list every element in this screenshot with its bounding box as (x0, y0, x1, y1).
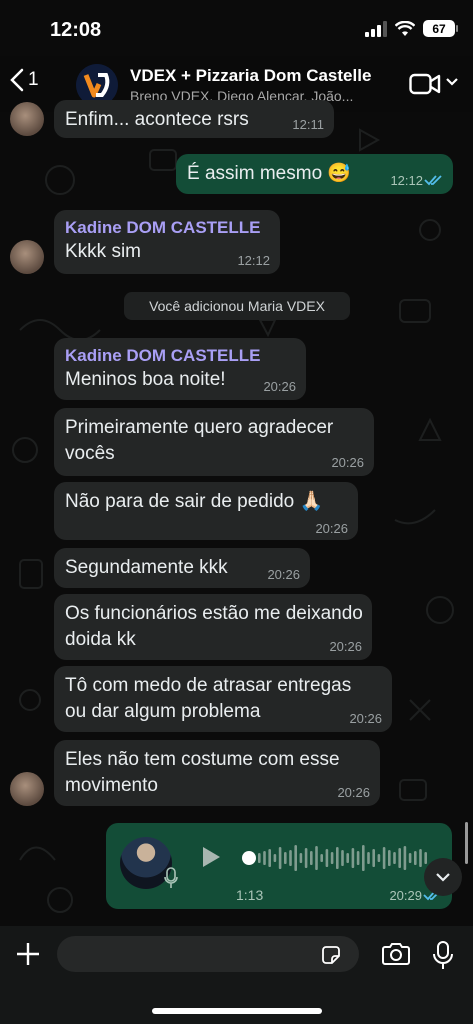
battery-icon: 67 (423, 20, 458, 37)
unread-count: 1 (28, 69, 39, 90)
status-icons: 67 (365, 20, 458, 37)
system-message: Você adicionou Maria VDEX (124, 292, 350, 320)
message-bubble[interactable]: Os funcionários estão me deixando doida … (54, 594, 372, 660)
message-bubble[interactable]: Kadine DOM CASTELLE Kkkk sim 12:12 (54, 210, 280, 274)
message-time: 20:26 (331, 455, 364, 470)
waveform-bar (278, 847, 282, 869)
message-time: 12:12 (237, 253, 270, 268)
read-ticks-icon (424, 175, 442, 186)
message-time: 20:26 (267, 567, 300, 582)
waveform-bar (294, 845, 297, 871)
waveform-bar (304, 848, 308, 868)
waveform-bar (268, 849, 271, 867)
waveform-bar (408, 853, 412, 863)
waveform-bar (419, 849, 422, 867)
waveform-bar (310, 851, 313, 865)
message-bubble[interactable]: Kadine DOM CASTELLE Meninos boa noite! 2… (54, 338, 306, 400)
message-text: Segundamente kkk (65, 557, 228, 578)
scrollbar[interactable] (465, 822, 468, 864)
waveform-bar (299, 853, 303, 863)
waveform-bar (424, 852, 427, 864)
message-time: 20:26 (329, 639, 362, 654)
waveform-bar (382, 847, 386, 869)
message-time: 20:26 (315, 521, 348, 536)
mic-icon[interactable] (432, 940, 454, 970)
message-text: Os funcionários estão me deixando doida … (65, 603, 363, 650)
message-bubble[interactable]: Não para de sair de pedido 🙏🏻 20:26 (54, 482, 358, 540)
play-icon[interactable] (200, 845, 222, 869)
waveform-bar (356, 851, 360, 865)
message-input[interactable] (57, 936, 359, 972)
waveform-bar (393, 852, 396, 864)
chevron-down-icon (436, 873, 450, 882)
video-call-icon[interactable] (409, 73, 441, 95)
voice-progress-handle (242, 851, 256, 865)
waveform-bar (377, 854, 381, 862)
voice-time-text: 20:29 (389, 888, 422, 903)
waveform-bar (258, 853, 261, 863)
waveform-bar (320, 854, 323, 862)
scroll-to-bottom-button[interactable] (424, 858, 462, 896)
plus-icon[interactable] (14, 940, 42, 968)
message-time: 20:26 (337, 785, 370, 800)
waveform-bar (273, 854, 277, 862)
message-text: Não para de sair de pedido 🙏🏻 (65, 491, 324, 512)
waveform-bar (367, 852, 370, 864)
waveform-bar (284, 852, 287, 864)
waveform-bar (330, 852, 334, 864)
back-chevron-icon (10, 68, 24, 92)
waveform-bar (414, 851, 417, 865)
waveform-bar (346, 853, 349, 863)
waveform-bar (351, 848, 355, 868)
message-time-text: 12:12 (390, 173, 423, 188)
waveform-bar (315, 846, 318, 870)
message-bubble[interactable]: Eles não tem costume com esse movimento … (54, 740, 380, 806)
voice-time: 20:29 (389, 888, 422, 903)
chevron-down-icon[interactable] (445, 77, 459, 87)
message-text: Enfim... acontece rsrs (65, 109, 249, 130)
wifi-icon (395, 20, 415, 36)
sender-name[interactable]: Kadine DOM CASTELLE (65, 217, 269, 239)
sender-name[interactable]: Kadine DOM CASTELLE (65, 345, 295, 367)
voice-message-bubble[interactable]: 1:13 20:29 (106, 823, 452, 909)
waveform-bar (388, 850, 391, 866)
status-bar: 12:08 67 (0, 0, 473, 56)
voice-waveform[interactable] (240, 841, 436, 875)
battery-level: 67 (432, 21, 446, 36)
message-text: Meninos boa noite! (65, 369, 226, 390)
back-button[interactable]: 1 (10, 68, 39, 92)
waveform-bar (372, 849, 375, 867)
message-text: Tô com medo de atrasar entregas ou dar a… (65, 675, 352, 722)
waveform-bar (341, 850, 344, 866)
sender-avatar[interactable] (10, 102, 44, 136)
signal-icon (365, 20, 387, 37)
message-bubble[interactable]: Primeiramente quero agradecer vocês 20:2… (54, 408, 374, 476)
status-time: 12:08 (50, 19, 102, 41)
message-text: Eles não tem costume com esse movimento (65, 749, 340, 796)
camera-icon[interactable] (381, 942, 411, 966)
waveform-bar (398, 848, 401, 868)
message-text: Primeiramente quero agradecer vocês (65, 417, 334, 464)
waveform-bar (289, 850, 292, 866)
voice-duration: 1:13 (236, 887, 264, 903)
waveform-bar (362, 845, 365, 871)
sticker-icon[interactable] (320, 944, 342, 966)
outgoing-message-bubble[interactable]: É assim mesmo 😅 12:12 (176, 154, 453, 194)
message-bubble[interactable]: Tô com medo de atrasar entregas ou dar a… (54, 666, 392, 732)
message-time: 20:26 (349, 711, 382, 726)
mic-icon (164, 867, 178, 888)
message-time: 20:26 (263, 379, 296, 394)
waveform-bar (336, 847, 339, 869)
sender-avatar[interactable] (10, 240, 44, 274)
message-bubble[interactable]: Segundamente kkk 20:26 (54, 548, 310, 588)
waveform-bar (403, 846, 407, 870)
waveform-bar (325, 849, 329, 867)
message-time: 12:11 (292, 117, 324, 132)
message-time: 12:12 (390, 173, 423, 188)
waveform-bar (263, 851, 266, 865)
home-indicator (152, 1008, 322, 1014)
group-name[interactable]: VDEX + Pizzaria Dom Castelle (130, 66, 371, 86)
message-bubble[interactable]: Enfim... acontece rsrs 12:11 (54, 100, 334, 138)
sender-avatar[interactable] (10, 772, 44, 806)
